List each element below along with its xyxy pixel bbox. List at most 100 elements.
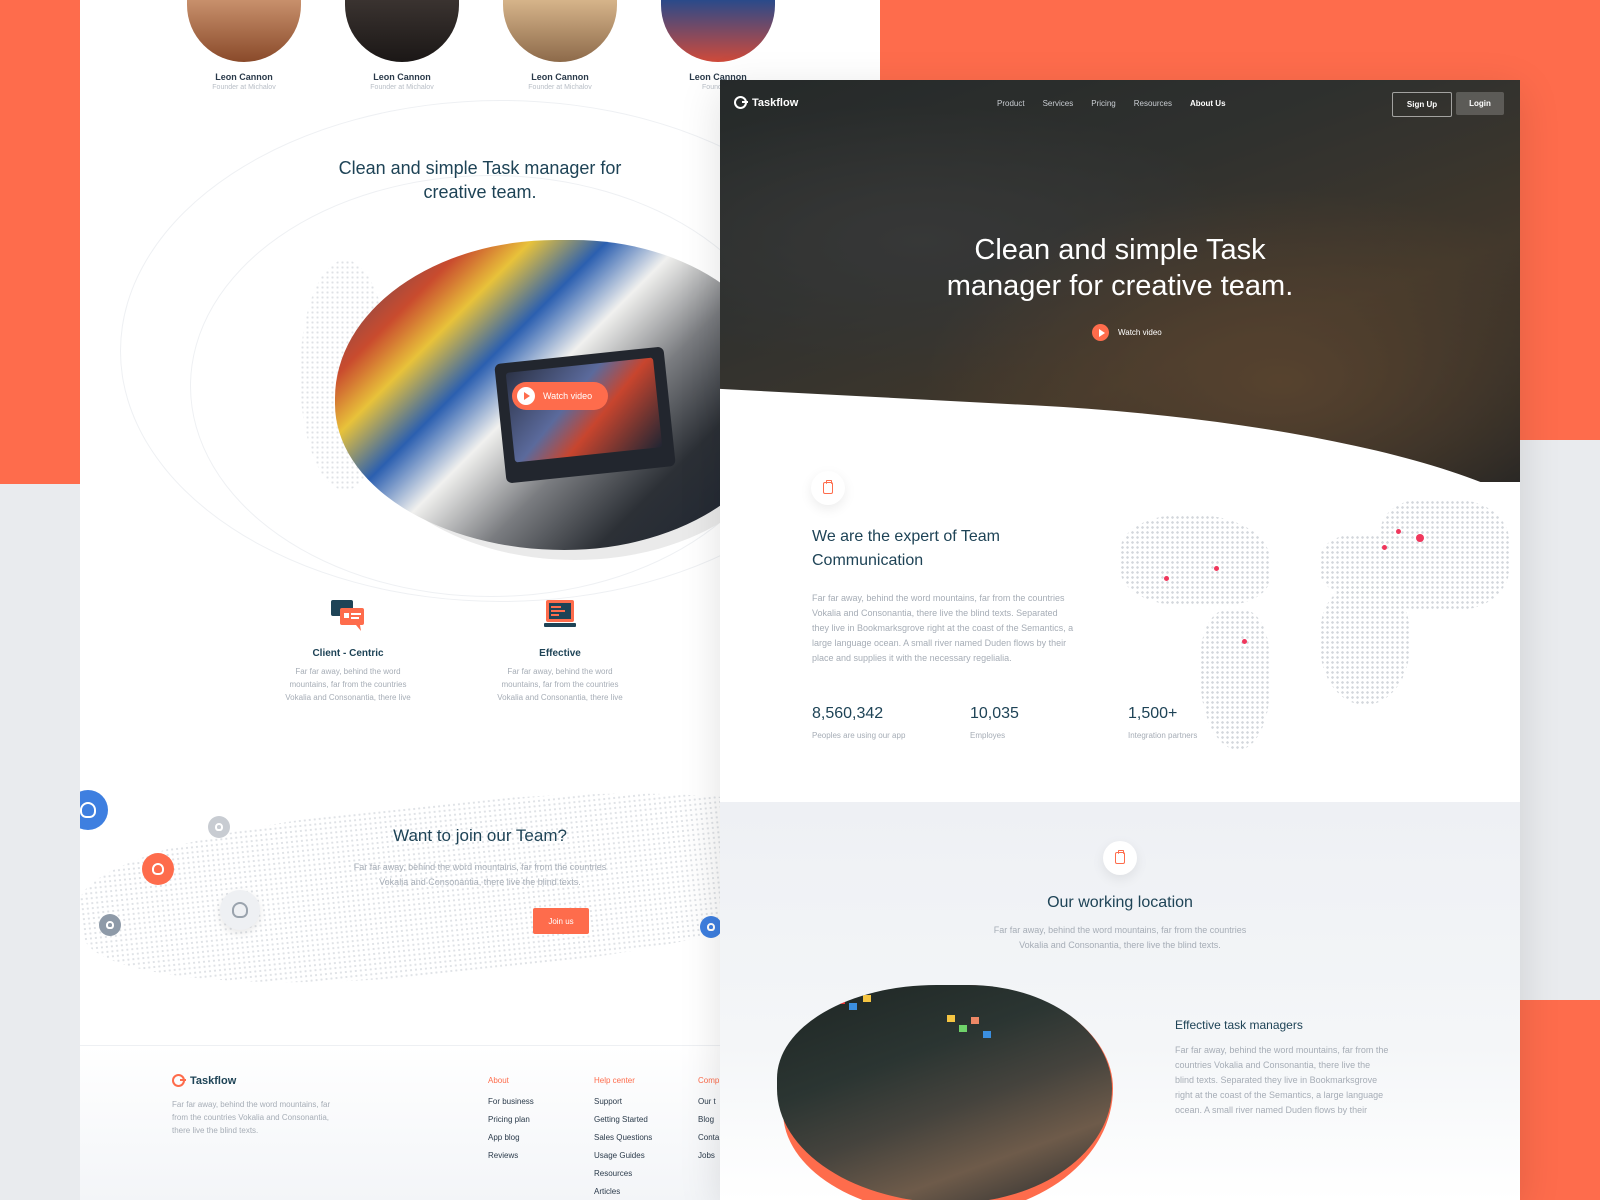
footer-link[interactable]: Reviews <box>488 1151 534 1161</box>
footer-link[interactable]: Getting Started <box>594 1115 652 1125</box>
main-nav: Product Services Pricing Resources About… <box>997 99 1244 108</box>
sign-up-button[interactable]: Sign Up <box>1392 92 1452 117</box>
continent-asia <box>1380 500 1510 610</box>
watch-video-button[interactable]: Watch video <box>512 382 608 410</box>
feature-desc: Far far away, behind the word mountains,… <box>285 667 411 702</box>
member-name: Leon Cannon <box>373 72 431 82</box>
location-marker <box>1416 534 1424 542</box>
continent-south-america <box>1200 610 1270 750</box>
team-member-card: Leon Cannon Founder at Michalov <box>485 0 635 91</box>
location-marker <box>1164 576 1169 581</box>
clipboard-icon <box>1103 841 1137 875</box>
stat-label: Employes <box>970 731 1006 740</box>
footer-link[interactable]: Sales Questions <box>594 1133 652 1143</box>
effective-desc: Far far away, behind the word mountains,… <box>1175 1045 1389 1115</box>
laptop-screen <box>505 357 663 463</box>
location-title: Our working location <box>1047 894 1193 911</box>
member-role: Founder at Michalov <box>528 84 592 91</box>
stat-label: Peoples are using our app <box>812 731 906 740</box>
team-member-card: Leon Cannon Founder at Michalov <box>327 0 477 91</box>
footer-link[interactable]: Articles <box>594 1187 652 1197</box>
play-icon <box>517 387 535 405</box>
footer-link[interactable]: Conta <box>698 1133 719 1143</box>
location-marker <box>1396 529 1401 534</box>
avatar <box>345 0 459 62</box>
footer-column-company: Comp Our t Blog Conta Jobs <box>698 1076 719 1169</box>
nav-link-about-us[interactable]: About Us <box>1190 99 1226 108</box>
join-us-button[interactable]: Join us <box>533 908 589 934</box>
login-button[interactable]: Login <box>1456 92 1504 115</box>
title-line: Clean and simple Task <box>974 234 1266 266</box>
stat-users: 8,560,342 Peoples are using our app <box>812 705 905 740</box>
feature-card: Effective Far far away, behind the word … <box>480 598 640 704</box>
footer-link[interactable]: Pricing plan <box>488 1115 534 1125</box>
footer-link[interactable]: For business <box>488 1097 534 1107</box>
team-member-card: Leon Cannon Founder at Michalov <box>169 0 319 91</box>
nav-logo[interactable]: Taskflow <box>734 96 798 109</box>
member-name: Leon Cannon <box>531 72 589 82</box>
feature-title: Effective <box>539 648 581 659</box>
feature-desc: Far far away, behind the word mountains,… <box>497 667 623 702</box>
hero-section: Taskflow Product Services Pricing Resour… <box>720 80 1520 482</box>
avatar <box>661 0 775 62</box>
feature-title: Client - Centric <box>312 648 384 659</box>
footer-link[interactable]: Jobs <box>698 1151 719 1161</box>
nav-link-resources[interactable]: Resources <box>1134 99 1172 108</box>
nav-link-product[interactable]: Product <box>997 99 1025 108</box>
title-line: manager for creative team. <box>946 270 1294 302</box>
hero-title: Clean and simple Task manager for creati… <box>720 232 1520 304</box>
stat-value: 8,560,342 <box>812 705 884 722</box>
avatar <box>187 0 301 62</box>
stat-label: Integration partners <box>1128 731 1198 740</box>
footer-logo[interactable]: Taskflow <box>172 1074 236 1087</box>
logo-icon <box>734 96 748 109</box>
logo-text: Taskflow <box>752 96 799 109</box>
footer-link[interactable]: Blog <box>698 1115 719 1125</box>
footer-desc: Far far away, behind the word mountains,… <box>172 1100 331 1135</box>
clipboard-icon <box>811 471 845 505</box>
footer-link[interactable]: Usage Guides <box>594 1151 652 1161</box>
user-icon <box>99 914 121 936</box>
logo-text: Taskflow <box>190 1074 237 1087</box>
avatar <box>503 0 617 62</box>
stat-employees: 10,035 Employes <box>970 705 1019 740</box>
team-member-card: Leon Cannon Founder a <box>643 0 793 91</box>
user-icon <box>220 890 260 930</box>
feature-card: Client - Centric Far far away, behind th… <box>268 598 428 704</box>
logo-icon <box>172 1074 186 1087</box>
member-role: Founder at Michalov <box>370 84 434 91</box>
footer-column-about: About For business Pricing plan App blog… <box>488 1076 534 1169</box>
user-icon <box>80 790 108 830</box>
watch-video-label: Watch video <box>543 391 593 401</box>
continent-north-america <box>1120 515 1270 605</box>
expert-desc: Far far away, behind the word mountains,… <box>812 593 1074 663</box>
footer-column-help: Help center Support Getting Started Sale… <box>594 1076 652 1200</box>
expert-title: We are the expert of Team Communication <box>812 528 1000 569</box>
watch-video-button[interactable]: Watch video <box>1092 324 1162 341</box>
footer-heading: Comp <box>698 1076 720 1085</box>
location-marker <box>1242 639 1247 644</box>
stat-value: 1,500+ <box>1128 705 1178 722</box>
location-marker <box>1382 545 1387 550</box>
footer-heading: About <box>488 1076 509 1085</box>
chat-icon <box>330 598 366 632</box>
code-monitor-icon <box>542 598 578 632</box>
nav-link-pricing[interactable]: Pricing <box>1091 99 1115 108</box>
stat-value: 10,035 <box>970 705 1019 722</box>
footer-link[interactable]: Our t <box>698 1097 719 1107</box>
member-role: Founder at Michalov <box>212 84 276 91</box>
footer-link[interactable]: Resources <box>594 1169 652 1179</box>
footer-link[interactable]: Support <box>594 1097 652 1107</box>
location-desc: Far far away, behind the word mountains,… <box>993 925 1247 950</box>
location-marker <box>1214 566 1219 571</box>
meeting-photo <box>777 985 1112 1200</box>
nav-link-services[interactable]: Services <box>1043 99 1074 108</box>
footer-link[interactable]: App blog <box>488 1133 534 1143</box>
right-page-mockup: Taskflow Product Services Pricing Resour… <box>720 80 1520 1200</box>
member-name: Leon Cannon <box>215 72 273 82</box>
footer-heading: Help center <box>594 1076 635 1085</box>
stat-partners: 1,500+ Integration partners <box>1128 705 1197 740</box>
watch-video-label: Watch video <box>1118 328 1162 337</box>
play-icon <box>1092 324 1109 341</box>
effective-title: Effective task managers <box>1175 1018 1303 1032</box>
